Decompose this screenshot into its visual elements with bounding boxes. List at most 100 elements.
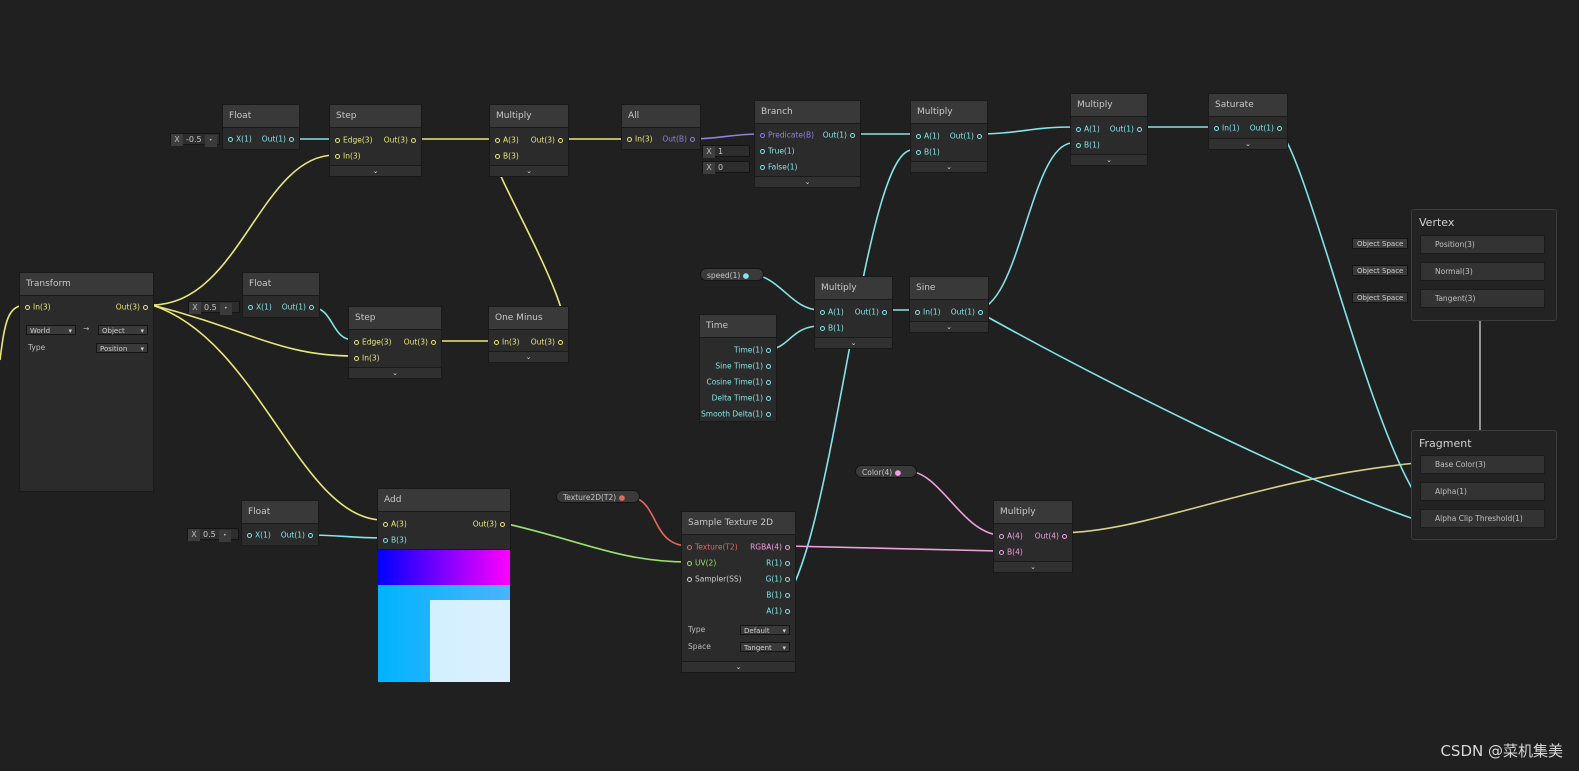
sample-in-uv[interactable]: UV(2): [684, 555, 716, 570]
chevron-down-icon[interactable]: ⌄: [911, 161, 987, 172]
multiply4-a-port[interactable]: A(1): [817, 304, 844, 319]
step2-in-port[interactable]: In(3): [351, 350, 380, 365]
multiply4-b-port[interactable]: B(1): [817, 320, 844, 335]
one-minus-node[interactable]: One Minus In(3) Out(3) ⌄: [488, 306, 569, 363]
multiply3-node[interactable]: Multiply A(1) B(1) Out(1) ⌄: [1070, 93, 1148, 166]
add-node[interactable]: Add A(3) B(3) Out(3): [377, 488, 511, 550]
multiply2-out-port[interactable]: Out(1): [950, 128, 985, 143]
vertex-position-space[interactable]: Object Space: [1352, 238, 1409, 249]
multiply3-a-port[interactable]: A(1): [1073, 121, 1100, 136]
float3-value-field[interactable]: X 0.5 •: [187, 528, 239, 542]
time-out-4[interactable]: Smooth Delta(1): [701, 406, 774, 421]
vertex-slot-tangent[interactable]: Tangent(3): [1420, 289, 1545, 308]
branch-false-field[interactable]: X0: [702, 161, 750, 174]
transform-out-port[interactable]: Out(3): [116, 299, 151, 314]
vertex-slot-normal[interactable]: Normal(3): [1420, 262, 1545, 281]
step1-in-port[interactable]: In(3): [332, 148, 361, 163]
multiply2-b-port[interactable]: B(1): [913, 144, 940, 159]
step1-out-port[interactable]: Out(3): [384, 132, 419, 147]
sample-space-select[interactable]: Tangent: [740, 642, 790, 653]
vertex-normal-space[interactable]: Object Space: [1352, 265, 1409, 276]
chevron-down-icon[interactable]: ⌄: [349, 367, 441, 378]
multiply1-a-port[interactable]: A(3): [492, 132, 519, 147]
transform-node[interactable]: Transform In(3) Out(3) World → Object Ty…: [19, 272, 154, 492]
transform-in-port[interactable]: In(3): [22, 299, 51, 314]
vertex-tangent-space[interactable]: Object Space: [1352, 292, 1409, 303]
float2-node[interactable]: Float X(1) Out(1): [242, 272, 320, 318]
sample-out-rgba[interactable]: RGBA(4): [750, 539, 793, 554]
float1-node[interactable]: Float X(1) Out(1): [222, 104, 300, 150]
multiply5-node[interactable]: Multiply A(4) B(4) Out(4) ⌄: [993, 500, 1073, 573]
sample-in-texture[interactable]: Texture(T2): [684, 539, 738, 554]
multiply2-node[interactable]: Multiply A(1) B(1) Out(1) ⌄: [910, 100, 988, 173]
chevron-down-icon[interactable]: ⌄: [815, 337, 892, 348]
multiply5-out-port[interactable]: Out(4): [1035, 528, 1070, 543]
one-minus-out-port[interactable]: Out(3): [531, 334, 566, 349]
time-out-1[interactable]: Sine Time(1): [715, 358, 774, 373]
sample-in-sampler[interactable]: Sampler(SS): [684, 571, 742, 586]
color-property[interactable]: Color(4) ●: [855, 465, 917, 478]
multiply4-out-port[interactable]: Out(1): [855, 304, 890, 319]
multiply3-out-port[interactable]: Out(1): [1110, 121, 1145, 136]
float3-in-port[interactable]: X(1): [244, 527, 271, 542]
fragment-block[interactable]: Fragment Base Color(3) Alpha(1) Alpha Cl…: [1411, 430, 1557, 540]
saturate-in-port[interactable]: In(1): [1211, 120, 1240, 135]
branch-true-port[interactable]: True(1): [757, 143, 795, 158]
chevron-down-icon[interactable]: ⌄: [490, 165, 568, 176]
all-out-port[interactable]: Out(B): [662, 131, 698, 146]
multiply2-a-port[interactable]: A(1): [913, 128, 940, 143]
transform-to-select[interactable]: Object: [98, 325, 148, 336]
chevron-down-icon[interactable]: ⌄: [994, 561, 1072, 572]
step1-node[interactable]: Step Edge(3) In(3) Out(3) ⌄: [329, 104, 422, 177]
float3-out-port[interactable]: Out(1): [281, 527, 316, 542]
fragment-slot-base-color[interactable]: Base Color(3): [1420, 455, 1545, 474]
multiply1-b-port[interactable]: B(3): [492, 148, 519, 163]
time-node[interactable]: Time Time(1) Sine Time(1) Cosine Time(1)…: [699, 314, 777, 422]
sample-out-r[interactable]: R(1): [766, 555, 793, 570]
all-in-port[interactable]: In(3): [624, 131, 653, 146]
time-out-0[interactable]: Time(1): [734, 342, 774, 357]
branch-true-field[interactable]: X1: [702, 145, 750, 158]
time-out-2[interactable]: Cosine Time(1): [706, 374, 774, 389]
multiply1-out-port[interactable]: Out(3): [531, 132, 566, 147]
vertex-slot-position[interactable]: Position(3): [1420, 235, 1545, 254]
step1-edge-port[interactable]: Edge(3): [332, 132, 373, 147]
chevron-down-icon[interactable]: ⌄: [755, 176, 860, 187]
chevron-down-icon[interactable]: ⌄: [682, 661, 795, 672]
sample-out-g[interactable]: G(1): [766, 571, 793, 586]
branch-predicate-port[interactable]: Predicate(B): [757, 127, 814, 142]
sample-type-select[interactable]: Default: [740, 625, 790, 636]
sine-out-port[interactable]: Out(1): [951, 304, 986, 319]
multiply5-a-port[interactable]: A(4): [996, 528, 1023, 543]
sine-node[interactable]: Sine In(1) Out(1) ⌄: [909, 276, 989, 333]
add-b-port[interactable]: B(3): [380, 532, 407, 547]
fragment-slot-alpha-clip[interactable]: Alpha Clip Threshold(1): [1420, 509, 1545, 528]
multiply5-b-port[interactable]: B(4): [996, 544, 1023, 559]
time-out-3[interactable]: Delta Time(1): [712, 390, 774, 405]
saturate-node[interactable]: Saturate In(1) Out(1) ⌄: [1208, 93, 1288, 150]
fragment-slot-alpha[interactable]: Alpha(1): [1420, 482, 1545, 501]
step2-node[interactable]: Step Edge(3) In(3) Out(3) ⌄: [348, 306, 442, 379]
all-node[interactable]: All In(3) Out(B): [621, 104, 701, 150]
float2-out-port[interactable]: Out(1): [282, 299, 317, 314]
float2-value-field[interactable]: X 0.5 •: [188, 301, 240, 315]
chevron-down-icon[interactable]: ⌄: [1071, 154, 1147, 165]
chevron-down-icon[interactable]: ⌄: [489, 351, 568, 362]
float2-in-port[interactable]: X(1): [245, 299, 272, 314]
transform-type-select[interactable]: Position: [96, 343, 148, 354]
float1-out-port[interactable]: Out(1): [262, 131, 297, 146]
step2-edge-port[interactable]: Edge(3): [351, 334, 392, 349]
sine-in-port[interactable]: In(1): [912, 304, 941, 319]
branch-node[interactable]: Branch Predicate(B) True(1) False(1) Out…: [754, 100, 861, 188]
sample-out-a[interactable]: A(1): [766, 603, 793, 618]
add-out-port[interactable]: Out(3): [473, 516, 508, 531]
float3-node[interactable]: Float X(1) Out(1): [241, 500, 319, 546]
multiply1-node[interactable]: Multiply A(3) B(3) Out(3) ⌄: [489, 104, 569, 177]
branch-false-port[interactable]: False(1): [757, 159, 797, 174]
chevron-down-icon[interactable]: ⌄: [1209, 138, 1287, 149]
multiply3-b-port[interactable]: B(1): [1073, 137, 1100, 152]
sample-out-b[interactable]: B(1): [766, 587, 793, 602]
multiply4-node[interactable]: Multiply A(1) B(1) Out(1) ⌄: [814, 276, 893, 349]
one-minus-in-port[interactable]: In(3): [491, 334, 520, 349]
float1-value-field[interactable]: X -0.5 •: [170, 133, 220, 147]
